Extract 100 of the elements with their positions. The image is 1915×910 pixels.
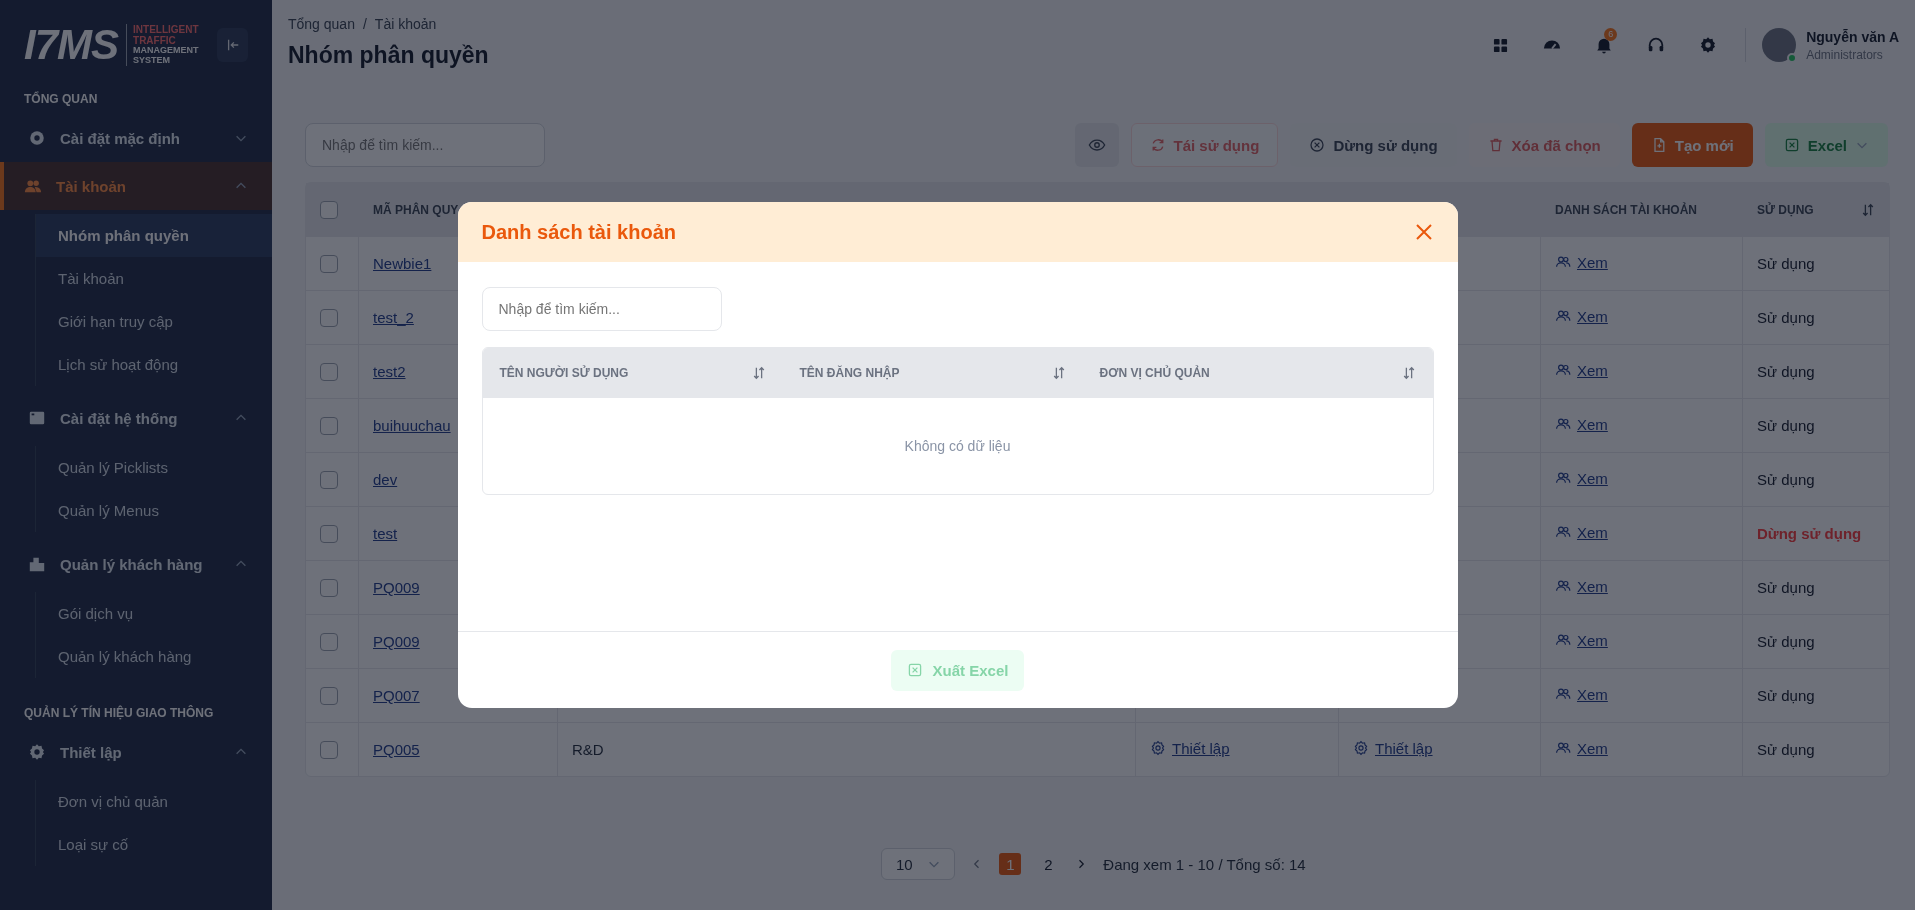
close-button[interactable] [1413, 222, 1434, 242]
create-button[interactable]: Tạo mới [1631, 123, 1753, 167]
column-header: TÊN ĐĂNG NHẬP [799, 366, 900, 380]
column-header: SỬ DỤNG [1757, 202, 1814, 217]
logo-mark: I7MS [24, 24, 119, 66]
excel-button[interactable]: Excel [1764, 123, 1888, 167]
nav-item[interactable]: Thiết lập [0, 728, 272, 776]
status-text: Sử dụng [1757, 471, 1815, 488]
user-name: Nguyễn văn A [1806, 28, 1899, 45]
page-size-select[interactable]: 10 [881, 848, 956, 880]
view-link[interactable]: Xem [1577, 253, 1608, 271]
nav-subitem[interactable]: Giới hạn truy cập [36, 300, 272, 343]
status-text: Sử dụng [1757, 579, 1815, 596]
nav-subitem[interactable]: Gói dịch vụ [36, 592, 272, 635]
column-header: DANH SÁCH TÀI KHOẢN [1555, 202, 1697, 217]
status-text: Sử dụng [1757, 309, 1815, 326]
sort-icon[interactable] [751, 366, 766, 380]
nav-subitem[interactable]: Lịch sử hoạt động [36, 343, 272, 386]
nav-subitem[interactable]: Nhóm phân quyền [36, 214, 272, 257]
sort-icon[interactable] [1401, 366, 1416, 380]
nav-subitem[interactable]: Quản lý Menus [36, 489, 272, 532]
nav-item[interactable]: Cài đặt hệ thống [0, 394, 272, 442]
row-checkbox[interactable] [320, 308, 338, 327]
setup-link[interactable]: Thiết lập [1172, 739, 1230, 757]
code-link[interactable]: PQ005 [373, 741, 420, 758]
search-field[interactable]: Nhập để tìm kiếm... [481, 287, 722, 331]
row-checkbox[interactable] [320, 362, 338, 381]
page-button[interactable]: 2 [1037, 853, 1060, 875]
page-title: Nhóm phân quyền [288, 42, 489, 69]
view-link[interactable]: Xem [1577, 361, 1608, 379]
breadcrumb-separator: / [362, 16, 367, 32]
code-link[interactable]: PQ009 [373, 633, 420, 650]
select-all-checkbox[interactable] [320, 200, 338, 219]
collapse-icon [225, 38, 240, 52]
row-checkbox[interactable] [320, 578, 338, 597]
view-link[interactable]: Xem [1577, 307, 1608, 325]
column-header: MÃ PHÂN QUY [373, 202, 459, 217]
row-checkbox[interactable] [320, 254, 338, 273]
notifications-button[interactable]: 6 [1589, 30, 1620, 60]
pagination-summary: Đang xem 1 - 10 / Tổng số: 14 [1103, 855, 1306, 873]
nav-item[interactable]: Quản lý khách hàng [0, 540, 272, 588]
view-button[interactable] [1074, 123, 1119, 167]
spreadsheet-icon [1783, 137, 1800, 153]
code-link[interactable]: PQ007 [373, 687, 420, 704]
spreadsheet-icon [906, 662, 923, 678]
sort-icon[interactable] [1051, 366, 1066, 380]
row-checkbox[interactable] [320, 632, 338, 651]
code-link[interactable]: test_2 [373, 309, 414, 326]
setup-link[interactable]: Thiết lập [1375, 739, 1433, 757]
status-text: Sử dụng [1757, 417, 1815, 434]
page-button[interactable]: 1 [999, 853, 1022, 875]
breadcrumb-link[interactable]: Tài khoản [374, 16, 437, 32]
view-link[interactable]: Xem [1577, 577, 1608, 595]
nav-subitem[interactable]: Quản lý Picklists [36, 446, 272, 489]
window-icon [28, 409, 46, 427]
row-checkbox[interactable] [320, 416, 338, 435]
view-link[interactable]: Xem [1577, 469, 1608, 487]
row-checkbox[interactable] [320, 470, 338, 489]
view-link[interactable]: Xem [1577, 631, 1608, 649]
view-link[interactable]: Xem [1577, 685, 1608, 703]
code-link[interactable]: buihuuchau [373, 417, 451, 434]
cancel-icon [1309, 137, 1326, 153]
grid-icon [1492, 37, 1508, 53]
code-link[interactable]: Newbie1 [373, 255, 432, 272]
headset-icon [1647, 36, 1666, 54]
section-label: QUẢN LÝ TÍN HIỆU GIAO THÔNG [23, 704, 215, 722]
column-header: ĐƠN VỊ CHỦ QUẢN [1099, 366, 1210, 380]
collapse-sidebar-button[interactable] [217, 28, 248, 62]
nav-subitem[interactable]: Quản lý khách hàng [36, 635, 272, 678]
status-text: Sử dụng [1757, 255, 1815, 272]
avatar[interactable] [1762, 28, 1797, 62]
view-link[interactable]: Xem [1577, 415, 1608, 433]
column-header: TÊN NGƯỜI SỬ DỤNG [499, 366, 629, 380]
section-label: TỔNG QUAN [23, 90, 99, 108]
sort-icon[interactable] [1861, 202, 1875, 217]
row-checkbox[interactable] [320, 686, 338, 705]
logo-tagline: MANAGEMENT SYSTEM [133, 46, 200, 66]
status-text: Sử dụng [1757, 363, 1815, 380]
row-checkbox[interactable] [320, 524, 338, 543]
view-link[interactable]: Xem [1577, 739, 1608, 757]
trash-icon [1487, 137, 1504, 153]
close-icon [1413, 222, 1434, 242]
nav-subitem[interactable]: Đơn vị chủ quản [36, 780, 272, 823]
nav-subitem[interactable]: Tài khoản [36, 257, 272, 300]
users-icon [24, 177, 42, 195]
code-link[interactable]: dev [373, 471, 398, 488]
code-link[interactable]: test [373, 525, 398, 542]
eye-icon [1087, 136, 1106, 154]
empty-state-text: Không có dữ liệu [904, 438, 1011, 454]
nav-subitem[interactable]: Loại sự cố [36, 823, 272, 866]
code-link[interactable]: PQ009 [373, 579, 420, 596]
settings-icon [1699, 36, 1718, 54]
nav-item[interactable]: Cài đặt mặc định [0, 114, 272, 162]
status-text: Sử dụng [1757, 687, 1815, 704]
code-link[interactable]: test2 [373, 363, 406, 380]
view-link[interactable]: Xem [1577, 523, 1608, 541]
status-text: Sử dụng [1757, 741, 1815, 758]
breadcrumb-link[interactable]: Tổng quan [288, 16, 355, 32]
row-checkbox[interactable] [320, 740, 338, 759]
nav-item[interactable]: Tài khoản [0, 162, 272, 210]
